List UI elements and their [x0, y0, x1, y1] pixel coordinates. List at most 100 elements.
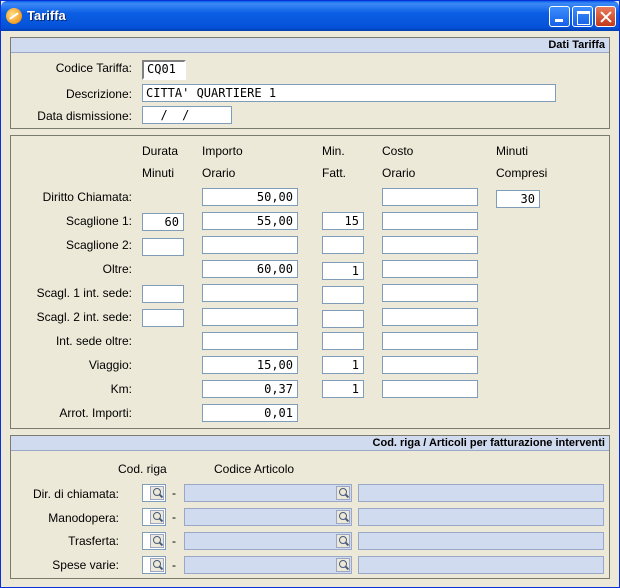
tariffe-grid-panel: Durata Minuti Importo Orario Min. Fatt. … — [10, 135, 610, 429]
cod-riga-lookup[interactable] — [142, 484, 166, 502]
header-costo-2: Orario — [382, 166, 416, 180]
codice-articolo-lookup[interactable] — [184, 484, 352, 502]
title-bar[interactable]: Tariffa — [1, 1, 619, 31]
dati-tariffa-panel: Dati Tariffa Codice Tariffa: CQ01 Descri… — [10, 37, 610, 129]
header-durata-1: Durata — [142, 144, 179, 158]
min-viaggio[interactable]: 1 — [322, 356, 364, 374]
search-icon[interactable] — [150, 558, 164, 572]
maximize-button[interactable] — [572, 6, 593, 27]
header-min-1: Min. — [322, 144, 345, 158]
separator-dash: - — [172, 510, 176, 524]
codice-articolo-lookup[interactable] — [184, 508, 352, 526]
articolo-descrizione-field[interactable] — [358, 508, 604, 526]
cod-riga-lookup[interactable] — [142, 556, 166, 574]
col-cod-riga: Cod. riga — [118, 462, 167, 476]
costo-km[interactable] — [382, 380, 478, 398]
header-importo-1: Importo — [202, 144, 243, 158]
min-oltre[interactable]: 1 — [322, 262, 364, 280]
articoli-header: Cod. riga / Articoli per fatturazione in… — [11, 436, 609, 451]
row-label-oltre: Oltre: — [102, 262, 132, 276]
row-label-scaglione-1: Scaglione 1: — [65, 214, 132, 228]
importo-scaglione-1[interactable]: 55,00 — [202, 212, 298, 230]
costo-scagl-1-int-sede[interactable] — [382, 284, 478, 302]
codice-articolo-lookup[interactable] — [184, 556, 352, 574]
dati-tariffa-header: Dati Tariffa — [11, 38, 609, 53]
search-icon[interactable] — [336, 486, 350, 500]
articoli-panel: Cod. riga / Articoli per fatturazione in… — [10, 435, 610, 579]
importo-arrot-importi[interactable]: 0,01 — [202, 404, 298, 422]
costo-oltre[interactable] — [382, 260, 478, 278]
durata-scaglione-2[interactable] — [142, 238, 184, 256]
costo-scaglione-1[interactable] — [382, 212, 478, 230]
row-label-km: Km: — [110, 382, 132, 396]
minimize-button[interactable] — [549, 6, 570, 27]
costo-int-sede-oltre[interactable] — [382, 332, 478, 350]
search-icon[interactable] — [150, 534, 164, 548]
articoli-label-dir-chiamata: Dir. di chiamata: — [32, 487, 119, 501]
importo-oltre[interactable]: 60,00 — [202, 260, 298, 278]
header-importo-2: Orario — [202, 166, 236, 180]
cod-riga-lookup[interactable] — [142, 532, 166, 550]
row-label-arrot-importi: Arrot. Importi: — [59, 406, 132, 420]
codice-articolo-lookup[interactable] — [184, 532, 352, 550]
search-icon[interactable] — [150, 486, 164, 500]
data-dismissione-label: Data dismissione: — [37, 109, 132, 123]
descrizione-label: Descrizione: — [65, 87, 132, 101]
min-scaglione-1[interactable]: 15 — [322, 212, 364, 230]
importo-km[interactable]: 0,37 — [202, 380, 298, 398]
col-codice-articolo: Codice Articolo — [214, 462, 295, 476]
importo-int-sede-oltre[interactable] — [202, 332, 298, 350]
min-scagl-1-int-sede[interactable] — [322, 286, 364, 304]
importo-scaglione-2[interactable] — [202, 236, 298, 254]
close-button[interactable] — [595, 6, 616, 27]
min-scaglione-2[interactable] — [322, 236, 364, 254]
separator-dash: - — [172, 558, 176, 572]
cod-riga-lookup[interactable] — [142, 508, 166, 526]
articoli-label-trasferta: Trasferta: — [68, 534, 119, 548]
costo-viaggio[interactable] — [382, 356, 478, 374]
header-costo-1: Costo — [382, 144, 414, 158]
search-icon[interactable] — [336, 510, 350, 524]
header-durata-2: Minuti — [142, 166, 175, 180]
header-minuti-1: Minuti — [496, 144, 529, 158]
articolo-descrizione-field[interactable] — [358, 556, 604, 574]
articoli-label-manodopera: Manodopera: — [48, 511, 119, 525]
minuti-compresi-field[interactable]: 30 — [496, 190, 540, 208]
separator-dash: - — [172, 534, 176, 548]
min-int-sede-oltre[interactable] — [322, 332, 364, 350]
header-min-2: Fatt. — [322, 166, 347, 180]
row-label-scaglione-2: Scaglione 2: — [65, 238, 132, 252]
row-label-diritto-chiamata: Diritto Chiamata: — [42, 190, 132, 204]
articoli-label-spese-varie: Spese varie: — [52, 558, 119, 572]
search-icon[interactable] — [150, 510, 164, 524]
row-label-int-sede-oltre: Int. sede oltre: — [55, 334, 132, 348]
row-label-scagl-1-int-sede: Scagl. 1 int. sede: — [36, 286, 132, 300]
durata-scagl-2-int-sede[interactable] — [142, 309, 184, 327]
tariffa-window: Tariffa Dati Tariffa Codice Tariffa: CQ0… — [0, 0, 620, 588]
search-icon[interactable] — [336, 558, 350, 572]
codice-tariffa-field[interactable]: CQ01 — [142, 60, 186, 80]
articolo-descrizione-field[interactable] — [358, 532, 604, 550]
importo-scagl-1-int-sede[interactable] — [202, 284, 298, 302]
min-scagl-2-int-sede[interactable] — [322, 310, 364, 328]
articolo-descrizione-field[interactable] — [358, 484, 604, 502]
importo-viaggio[interactable]: 15,00 — [202, 356, 298, 374]
descrizione-field[interactable]: CITTA' QUARTIERE 1 — [142, 84, 556, 102]
costo-scaglione-2[interactable] — [382, 236, 478, 254]
importo-diritto-chiamata[interactable]: 50,00 — [202, 188, 298, 206]
importo-scagl-2-int-sede[interactable] — [202, 308, 298, 326]
codice-tariffa-label: Codice Tariffa: — [55, 61, 132, 75]
costo-scagl-2-int-sede[interactable] — [382, 308, 478, 326]
data-dismissione-field[interactable]: / / — [142, 106, 232, 124]
separator-dash: - — [172, 486, 176, 500]
durata-scaglione-1[interactable]: 60 — [142, 213, 184, 231]
row-label-scagl-2-int-sede: Scagl. 2 int. sede: — [36, 310, 132, 324]
search-icon[interactable] — [336, 534, 350, 548]
durata-scagl-1-int-sede[interactable] — [142, 285, 184, 303]
costo-diritto-chiamata[interactable] — [382, 188, 478, 206]
app-icon — [6, 8, 22, 24]
min-km[interactable]: 1 — [322, 380, 364, 398]
header-minuti-2: Compresi — [496, 166, 548, 180]
window-title: Tariffa — [27, 8, 66, 23]
row-label-viaggio: Viaggio: — [88, 358, 132, 372]
